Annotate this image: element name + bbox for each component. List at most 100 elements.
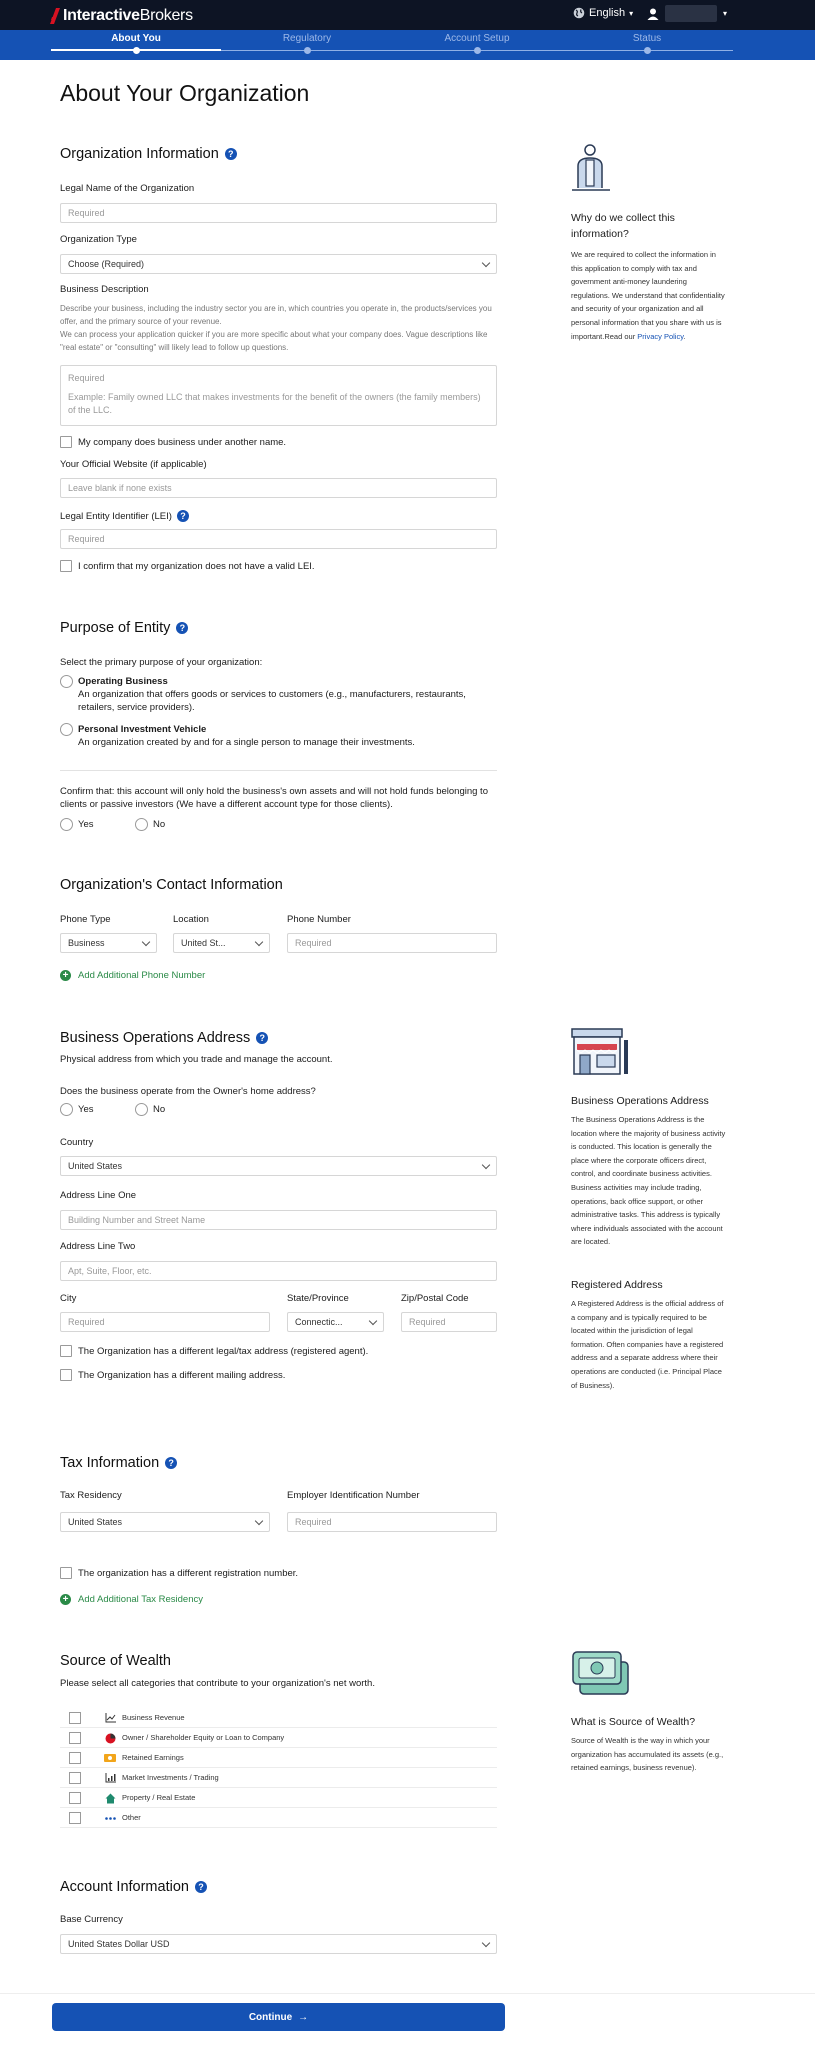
list-item[interactable]: Retained Earnings xyxy=(60,1748,497,1768)
org-type-label: Organization Type xyxy=(60,234,137,245)
diff-legal-address-label: The Organization has a different legal/t… xyxy=(78,1346,369,1357)
wealth-checkbox[interactable] xyxy=(69,1772,81,1784)
step-status[interactable]: Status xyxy=(587,33,707,44)
language-label: English xyxy=(589,7,626,19)
wealth-checkbox[interactable] xyxy=(69,1732,81,1744)
diff-registration-label: The organization has a different registr… xyxy=(78,1568,299,1579)
textarea-example: Example: Family owned LLC that makes inv… xyxy=(68,392,481,415)
username-field xyxy=(665,5,717,22)
wealth-label: Property / Real Estate xyxy=(122,1793,196,1802)
purpose-prompt: Select the primary purpose of your organ… xyxy=(60,657,263,668)
wealth-checkbox[interactable] xyxy=(69,1752,81,1764)
chevron-down-icon xyxy=(481,258,491,267)
help-icon[interactable]: ? xyxy=(176,510,189,522)
help-icon[interactable]: ? xyxy=(176,622,189,634)
wealth-subtitle: Please select all categories that contri… xyxy=(60,1678,375,1689)
chart-line-icon xyxy=(104,1712,116,1724)
chevron-down-icon xyxy=(254,937,264,946)
side-why-title: Why do we collect this information? xyxy=(571,212,675,240)
lei-input[interactable]: Required xyxy=(60,529,497,549)
ein-input[interactable]: Required xyxy=(287,1512,497,1532)
base-currency-value: United States Dollar USD xyxy=(68,1939,170,1949)
phone-number-input[interactable]: Required xyxy=(287,933,497,953)
step-account-setup[interactable]: Account Setup xyxy=(417,33,537,44)
location-select[interactable]: United St... xyxy=(173,933,270,953)
home-yes-radio[interactable] xyxy=(60,1103,73,1116)
page-title: About Your Organization xyxy=(60,80,310,106)
confirm-no-label: No xyxy=(153,819,166,830)
diff-mailing-address-checkbox[interactable] xyxy=(60,1369,72,1381)
step-dot-active xyxy=(133,47,140,54)
wealth-label: Owner / Shareholder Equity or Loan to Co… xyxy=(122,1733,285,1742)
business-desc-label: Business Description xyxy=(60,284,149,295)
step-about-you[interactable]: About You xyxy=(76,33,196,44)
list-item[interactable]: Owner / Shareholder Equity or Loan to Co… xyxy=(60,1728,497,1748)
logo-mark-icon xyxy=(50,8,60,24)
dots-icon xyxy=(104,1812,116,1824)
house-icon xyxy=(104,1792,116,1804)
help-icon[interactable]: ? xyxy=(256,1032,269,1044)
address-line2-label: Address Line Two xyxy=(60,1241,136,1252)
footer-divider xyxy=(0,1993,815,1994)
chevron-down-icon xyxy=(141,937,151,946)
list-item[interactable]: Other xyxy=(60,1808,497,1828)
step-dot xyxy=(474,47,481,54)
help-icon[interactable]: ? xyxy=(194,1881,207,1893)
help-icon[interactable]: ? xyxy=(165,1457,178,1469)
base-currency-label: Base Currency xyxy=(60,1914,123,1925)
country-select[interactable]: United States xyxy=(60,1156,497,1176)
confirm-text: Confirm that: this account will only hol… xyxy=(60,786,488,810)
pie-chart-icon xyxy=(104,1732,116,1744)
confirm-no-radio[interactable] xyxy=(135,818,148,831)
org-type-select[interactable]: Choose (Required) xyxy=(60,254,497,274)
language-selector[interactable]: English ▾ xyxy=(573,7,633,19)
radio-operating-business[interactable] xyxy=(60,675,73,688)
list-item[interactable]: Property / Real Estate xyxy=(60,1788,497,1808)
chevron-down-icon xyxy=(368,1316,378,1325)
home-address-question: Does the business operate from the Owner… xyxy=(60,1086,316,1097)
wealth-checkbox[interactable] xyxy=(69,1712,81,1724)
zip-label: Zip/Postal Code xyxy=(401,1293,469,1304)
home-yes-label: Yes xyxy=(78,1104,94,1115)
home-no-radio[interactable] xyxy=(135,1103,148,1116)
phone-type-label: Phone Type xyxy=(60,914,111,925)
step-regulatory[interactable]: Regulatory xyxy=(247,33,367,44)
city-input[interactable]: Required xyxy=(60,1312,270,1332)
plus-circle-icon: + xyxy=(60,1594,71,1605)
no-lei-checkbox[interactable] xyxy=(60,560,72,572)
diff-legal-address-checkbox[interactable] xyxy=(60,1345,72,1357)
country-label: Country xyxy=(60,1137,94,1148)
list-item[interactable]: Business Revenue xyxy=(60,1708,497,1728)
another-name-label: My company does business under another n… xyxy=(78,437,287,448)
business-desc-textarea[interactable]: Required Example: Family owned LLC that … xyxy=(60,365,497,426)
zip-input[interactable]: Required xyxy=(401,1312,497,1332)
add-phone-button[interactable]: + Add Additional Phone Number xyxy=(60,970,205,981)
phone-type-select[interactable]: Business xyxy=(60,933,157,953)
privacy-policy-link[interactable]: Privacy Policy xyxy=(637,332,683,341)
address-line2-input[interactable]: Apt, Suite, Floor, etc. xyxy=(60,1261,497,1281)
list-item[interactable]: Market Investments / Trading xyxy=(60,1768,497,1788)
phone-type-value: Business xyxy=(68,938,105,948)
city-label: City xyxy=(60,1293,77,1304)
state-select[interactable]: Connectic... xyxy=(287,1312,384,1332)
wealth-label: Business Revenue xyxy=(122,1713,185,1722)
bar-chart-icon xyxy=(104,1772,116,1784)
wealth-checkbox[interactable] xyxy=(69,1812,81,1824)
wealth-checkbox[interactable] xyxy=(69,1792,81,1804)
ein-label: Employer Identification Number xyxy=(287,1490,420,1501)
confirm-yes-radio[interactable] xyxy=(60,818,73,831)
add-tax-residency-button[interactable]: + Add Additional Tax Residency xyxy=(60,1594,203,1605)
continue-button[interactable]: Continue → xyxy=(52,2003,505,2031)
legal-name-input[interactable]: Required xyxy=(60,203,497,223)
radio-personal-investment[interactable] xyxy=(60,723,73,736)
tax-residency-select[interactable]: United States xyxy=(60,1512,270,1532)
help-icon[interactable]: ? xyxy=(224,148,237,160)
another-name-checkbox[interactable] xyxy=(60,436,72,448)
logo[interactable]: InteractiveBrokers xyxy=(50,6,193,26)
progress-stepper: About You Regulatory Account Setup Statu… xyxy=(0,30,815,60)
user-menu[interactable]: ▾ xyxy=(647,5,727,22)
base-currency-select[interactable]: United States Dollar USD xyxy=(60,1934,497,1954)
diff-registration-checkbox[interactable] xyxy=(60,1567,72,1579)
address-line1-input[interactable]: Building Number and Street Name xyxy=(60,1210,497,1230)
website-input[interactable]: Leave blank if none exists xyxy=(60,478,497,498)
